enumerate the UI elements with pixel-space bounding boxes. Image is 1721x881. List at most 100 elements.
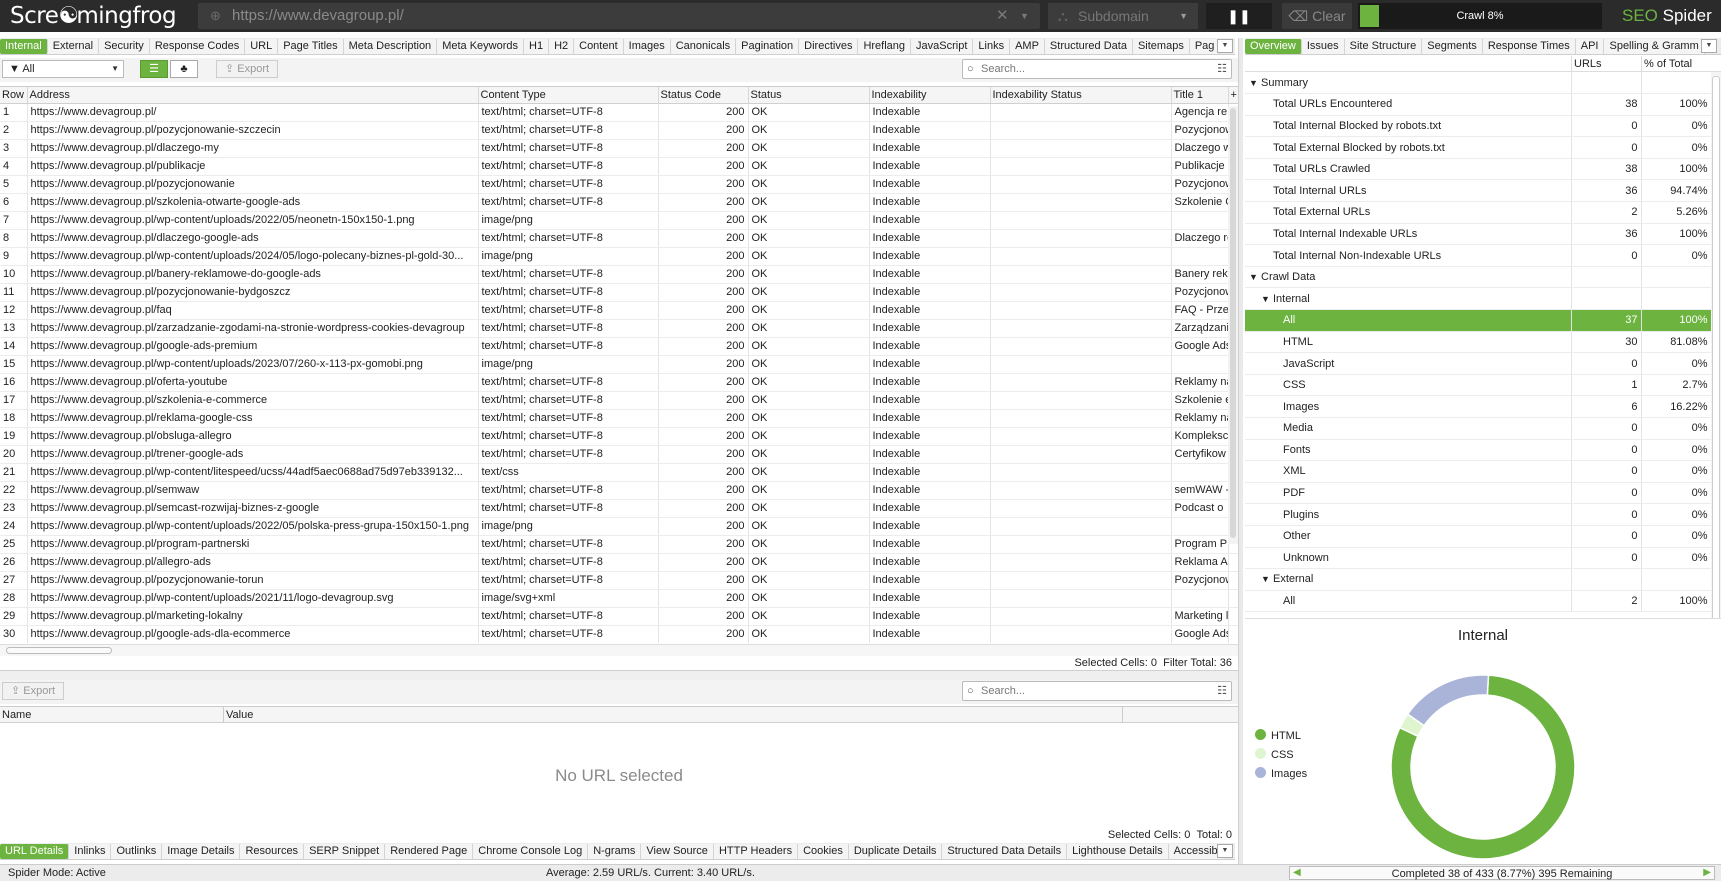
table-cell[interactable]: text/html; charset=UTF-8 (478, 553, 659, 572)
tab-image-details[interactable]: Image Details (162, 844, 241, 859)
table-cell[interactable]: OK (748, 517, 870, 536)
table-cell[interactable]: text/html; charset=UTF-8 (478, 445, 659, 464)
table-cell[interactable]: https://www.devagroup.pl/dlaczego-google… (27, 229, 479, 248)
overview-row[interactable]: CSS 1 2.7% (1245, 374, 1711, 397)
overview-row[interactable]: ▼ Crawl Data (1245, 266, 1711, 289)
overview-row[interactable]: JavaScript 0 0% (1245, 352, 1711, 375)
table-cell[interactable] (1171, 355, 1229, 374)
table-cell[interactable]: Certyfikow (1171, 445, 1229, 464)
overview-row[interactable]: ▼ External (1245, 568, 1711, 591)
table-cell[interactable]: text/html; charset=UTF-8 (478, 301, 659, 320)
overview-label-cell[interactable]: Total Internal Non-Indexable URLs (1245, 244, 1572, 267)
table-cell[interactable]: 9 (0, 247, 28, 266)
table-cell[interactable] (990, 553, 1172, 572)
tab-rendered-page[interactable]: Rendered Page (385, 844, 474, 859)
table-cell[interactable] (990, 517, 1172, 536)
table-row[interactable]: 4 https://www.devagroup.pl/publikacje text… (0, 157, 1238, 176)
overview-label-cell[interactable]: Unknown (1245, 547, 1572, 570)
tab-structured-data-details[interactable]: Structured Data Details (942, 844, 1068, 859)
column-header-status-code[interactable]: Status Code (658, 87, 749, 104)
table-cell[interactable]: Indexable (869, 337, 991, 356)
scrollbar-thumb[interactable] (1712, 76, 1720, 631)
tab-links[interactable]: Links (973, 39, 1011, 54)
table-cell[interactable]: 200 (658, 283, 749, 302)
overview-row[interactable]: Media 0 0% (1245, 417, 1711, 440)
overview-label-cell[interactable]: All (1245, 309, 1572, 332)
table-row[interactable]: 13 https://www.devagroup.pl/zarzadzanie-z… (0, 319, 1238, 338)
table-cell[interactable]: OK (748, 103, 870, 122)
overview-label-cell[interactable]: Total Internal Indexable URLs (1245, 223, 1572, 246)
table-cell[interactable]: https://www.devagroup.pl/ (27, 103, 479, 122)
tab-n-grams[interactable]: N-grams (588, 844, 642, 859)
table-cell[interactable] (1171, 517, 1229, 536)
table-cell[interactable]: 200 (658, 571, 749, 590)
table-cell[interactable]: OK (748, 409, 870, 428)
table-cell[interactable]: Indexable (869, 499, 991, 518)
table-cell[interactable]: semWAW - (1171, 481, 1229, 500)
table-cell[interactable]: OK (748, 121, 870, 140)
table-cell[interactable]: 200 (658, 553, 749, 572)
pause-button[interactable]: ❚❚ Pause (1206, 3, 1272, 50)
details-export-button[interactable]: ⇪ Export (2, 682, 65, 700)
table-row[interactable]: 20 https://www.devagroup.pl/trener-google… (0, 445, 1238, 464)
table-cell[interactable] (990, 121, 1172, 140)
tab-javascript[interactable]: JavaScript (911, 39, 974, 54)
overview-label-cell[interactable]: ▼ External (1245, 568, 1572, 591)
clear-url-icon[interactable]: ✕ (996, 3, 1009, 29)
tab-chrome-console-log[interactable]: Chrome Console Log (473, 844, 589, 859)
sliders-icon[interactable]: ☷ (1217, 60, 1227, 78)
table-cell[interactable]: Publikacje (1171, 157, 1229, 176)
table-cell[interactable]: https://www.devagroup.pl/semwaw (27, 481, 479, 500)
chevron-down-icon[interactable]: ▼ (1020, 3, 1029, 29)
table-cell[interactable]: 14 (0, 337, 28, 356)
table-cell[interactable]: Indexable (869, 283, 991, 302)
overview-row[interactable]: Images 6 16.22% (1245, 395, 1711, 418)
table-cell[interactable]: Pozycjonow (1171, 121, 1229, 140)
overview-scrollbar[interactable] (1711, 72, 1721, 644)
table-cell[interactable]: Reklamy na (1171, 373, 1229, 392)
overview-label-cell[interactable]: HTML (1245, 331, 1572, 354)
table-cell[interactable]: 19 (0, 427, 28, 446)
tab-hreflang[interactable]: Hreflang (858, 39, 912, 54)
table-cell[interactable]: OK (748, 337, 870, 356)
table-cell[interactable]: text/html; charset=UTF-8 (478, 121, 659, 140)
table-cell[interactable]: Indexable (869, 139, 991, 158)
search-input[interactable]: ○ Search... ☷ (962, 59, 1232, 79)
table-cell[interactable]: https://www.devagroup.pl/reklama-google-… (27, 409, 479, 428)
table-cell[interactable]: https://www.devagroup.pl/program-partner… (27, 535, 479, 554)
table-cell[interactable]: 1 (0, 103, 28, 122)
overview-label-cell[interactable]: PDF (1245, 482, 1572, 505)
table-row[interactable]: 30 https://www.devagroup.pl/google-ads-dl… (0, 625, 1238, 643)
table-cell[interactable]: https://www.devagroup.pl/wp-content/lite… (27, 463, 479, 482)
table-cell[interactable]: text/html; charset=UTF-8 (478, 265, 659, 284)
bottom-tabs-overflow-icon[interactable]: ▼ (1217, 844, 1233, 858)
tab-pagination[interactable]: Pagination (736, 39, 800, 54)
table-cell[interactable]: Podcast o (1171, 499, 1229, 518)
overview-row[interactable]: ▼ Internal (1245, 287, 1711, 311)
overview-row[interactable]: Total External Blocked by robots.txt 0 0% (1245, 136, 1711, 159)
table-cell[interactable]: Indexable (869, 157, 991, 176)
scrollbar-thumb[interactable] (6, 647, 112, 654)
table-cell[interactable]: Indexable (869, 301, 991, 320)
table-cell[interactable] (990, 301, 1172, 320)
table-cell[interactable]: 11 (0, 283, 28, 302)
overview-label-cell[interactable]: Plugins (1245, 503, 1572, 526)
tab-pag[interactable]: Pag (1189, 39, 1221, 54)
table-cell[interactable]: Indexable (869, 589, 991, 608)
table-row[interactable]: 24 https://www.devagroup.pl/wp-content/up… (0, 517, 1238, 536)
table-row[interactable]: 15 https://www.devagroup.pl/wp-content/up… (0, 355, 1238, 374)
tab-duplicate-details[interactable]: Duplicate Details (848, 844, 943, 859)
table-cell[interactable]: 28 (0, 589, 28, 608)
table-cell[interactable]: 25 (0, 535, 28, 554)
table-row[interactable]: 11 https://www.devagroup.pl/pozycjonowani… (0, 283, 1238, 302)
table-row[interactable]: 8 https://www.devagroup.pl/dlaczego-googl… (0, 229, 1238, 248)
table-cell[interactable]: 200 (658, 355, 749, 374)
table-cell[interactable] (990, 139, 1172, 158)
table-cell[interactable]: 200 (658, 175, 749, 194)
table-cell[interactable]: text/html; charset=UTF-8 (478, 427, 659, 446)
table-cell[interactable]: image/png (478, 247, 659, 266)
table-cell[interactable] (990, 229, 1172, 248)
table-cell[interactable]: Dlaczego re (1171, 229, 1229, 248)
tab-segments[interactable]: Segments (1422, 39, 1483, 54)
table-cell[interactable] (990, 445, 1172, 464)
